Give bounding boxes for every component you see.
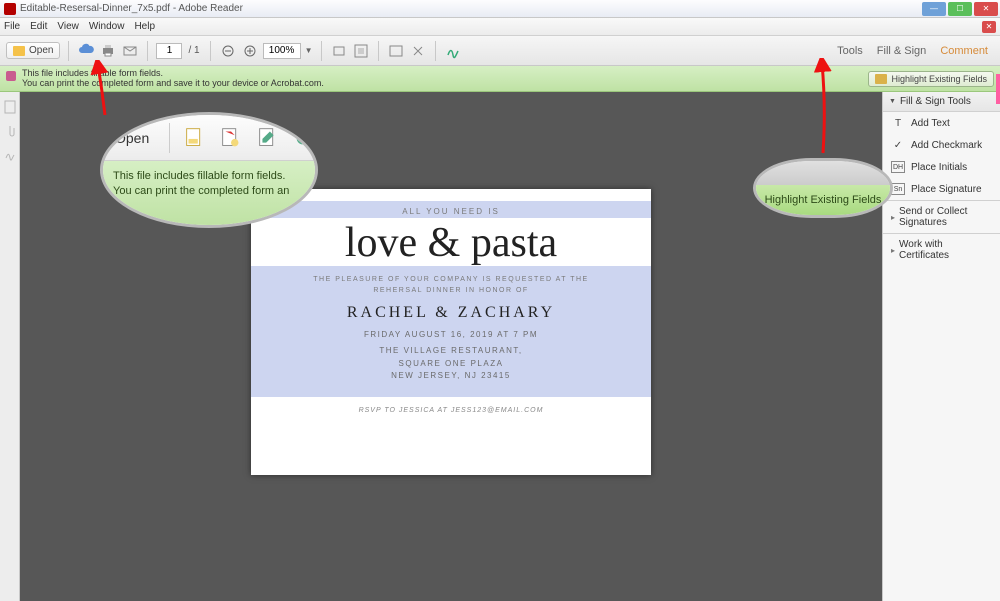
thumbnails-icon[interactable] [3, 100, 17, 114]
page-total-label: / 1 [186, 45, 201, 56]
doc-venue: THE VILLAGE RESTAURANT, SQUARE ONE PLAZA… [263, 345, 639, 383]
save-cloud-icon[interactable] [77, 42, 95, 60]
callout-big: Open This file includes fillable form fi… [100, 112, 318, 228]
separator [210, 41, 211, 61]
attachments-icon[interactable] [3, 124, 17, 138]
menu-view[interactable]: View [57, 21, 79, 32]
title-bar: Editable-Resersal-Dinner_7x5.pdf - Adobe… [0, 0, 1000, 18]
minimize-button[interactable]: — [922, 2, 946, 16]
add-text-item[interactable]: T Add Text [883, 112, 1000, 134]
callout-small: Highlight Existing Fields [753, 158, 893, 218]
page-number-input[interactable] [156, 43, 182, 59]
callout-small-text: Highlight Existing Fields [765, 194, 882, 206]
page-yellow-icon [182, 125, 206, 151]
send-collect-label: Send or Collect Signatures [899, 206, 992, 228]
panel-header[interactable]: ▼ Fill & Sign Tools [883, 92, 1000, 112]
separator [147, 41, 148, 61]
document-close-button[interactable]: ✕ [982, 21, 996, 33]
initials-icon: DH [891, 161, 905, 173]
add-text-label: Add Text [911, 118, 950, 129]
zoom-dropdown-icon[interactable]: ▼ [305, 46, 313, 55]
doc-venue1: THE VILLAGE RESTAURANT, [379, 346, 522, 355]
send-collect-section[interactable]: ▸ Send or Collect Signatures [883, 200, 1000, 233]
doc-date: FRIDAY AUGUST 16, 2019 AT 7 PM [263, 330, 639, 339]
app-icon [4, 3, 16, 15]
callout-big-line2: You can print the completed form an [113, 185, 289, 197]
zoom-level-input[interactable] [263, 43, 301, 59]
collapse-icon: ▼ [889, 98, 896, 105]
doc-subtitle: THE PLEASURE OF YOUR COMPANY IS REQUESTE… [263, 274, 639, 296]
email-icon[interactable] [121, 42, 139, 60]
window-controls: — ☐ ✕ [922, 2, 1000, 16]
doc-title: love & pasta [345, 222, 557, 264]
doc-rsvp: RSVP TO JESSICA AT JESS123@EMAIL.COM [251, 407, 651, 414]
edit-icon [255, 125, 279, 151]
highlight-fields-button[interactable]: Highlight Existing Fields [868, 71, 994, 87]
menu-bar: File Edit View Window Help ✕ [0, 18, 1000, 36]
doc-venue3: NEW JERSEY, NJ 23415 [391, 371, 511, 380]
open-label: Open [29, 45, 53, 56]
invitation-document: ALL YOU NEED IS love & pasta THE PLEASUR… [251, 189, 651, 475]
highlight-icon [875, 74, 887, 84]
comment-link[interactable]: Comment [940, 45, 988, 57]
print-icon[interactable] [99, 42, 117, 60]
text-icon: T [891, 117, 905, 129]
annotation-arrow-left [90, 60, 120, 120]
place-initials-label: Place Initials [911, 162, 967, 173]
signature-icon: Sn [891, 183, 905, 195]
chevron-icon: ▸ [891, 213, 895, 222]
separator [68, 41, 69, 61]
doc-sub1: THE PLEASURE OF YOUR COMPANY IS REQUESTE… [313, 276, 588, 283]
pdf-icon [218, 125, 242, 151]
sign-icon[interactable] [444, 42, 462, 60]
chevron-icon: ▸ [891, 246, 895, 255]
add-checkmark-item[interactable]: ✓ Add Checkmark [883, 134, 1000, 156]
highlight-label: Highlight Existing Fields [891, 74, 987, 84]
menu-edit[interactable]: Edit [30, 21, 47, 32]
fit-page-icon[interactable] [352, 42, 370, 60]
doc-venue2: SQUARE ONE PLAZA [399, 359, 504, 368]
window-title: Editable-Resersal-Dinner_7x5.pdf - Adobe… [20, 3, 922, 14]
place-signature-label: Place Signature [911, 184, 982, 195]
work-certs-label: Work with Certificates [899, 239, 992, 261]
doc-names: RACHEL & ZACHARY [263, 304, 639, 322]
doc-sub2: REHERSAL DINNER IN HONOR OF [373, 287, 528, 294]
toolbar: Open / 1 ▼ Tools Fill & Sign Comment [0, 36, 1000, 66]
place-initials-item[interactable]: DH Place Initials [883, 156, 1000, 178]
fit-width-icon[interactable] [330, 42, 348, 60]
menu-file[interactable]: File [4, 21, 20, 32]
callout-big-line1: This file includes fillable form fields. [113, 170, 285, 182]
doc-pretitle: ALL YOU NEED IS [251, 207, 651, 216]
separator [435, 41, 436, 61]
fill-sign-panel: ▼ Fill & Sign Tools T Add Text ✓ Add Che… [882, 92, 1000, 601]
tools-link[interactable]: Tools [837, 45, 863, 57]
checkmark-icon: ✓ [891, 139, 905, 151]
folder-icon [13, 46, 25, 56]
signatures-icon[interactable] [3, 148, 17, 162]
menu-window[interactable]: Window [89, 21, 125, 32]
zoom-out-icon[interactable] [219, 42, 237, 60]
menu-help[interactable]: Help [134, 21, 155, 32]
fill-sign-link[interactable]: Fill & Sign [877, 45, 927, 57]
form-info-bar: This file includes fillable form fields.… [0, 66, 1000, 92]
left-rail [0, 92, 20, 601]
open-button[interactable]: Open [6, 42, 60, 59]
panel-header-label: Fill & Sign Tools [900, 96, 971, 107]
add-checkmark-label: Add Checkmark [911, 140, 982, 151]
separator [321, 41, 322, 61]
separator [378, 41, 379, 61]
close-button[interactable]: ✕ [974, 2, 998, 16]
pink-accent [996, 74, 1000, 104]
annotation-arrow-right [808, 58, 838, 158]
maximize-button[interactable]: ☐ [948, 2, 972, 16]
read-mode-icon[interactable] [387, 42, 405, 60]
info-line2: You can print the completed form and sav… [22, 79, 324, 89]
form-info-icon [6, 71, 16, 81]
work-certs-section[interactable]: ▸ Work with Certificates [883, 233, 1000, 266]
place-signature-item[interactable]: Sn Place Signature [883, 178, 1000, 200]
tool-icon[interactable] [409, 42, 427, 60]
zoom-in-icon[interactable] [241, 42, 259, 60]
